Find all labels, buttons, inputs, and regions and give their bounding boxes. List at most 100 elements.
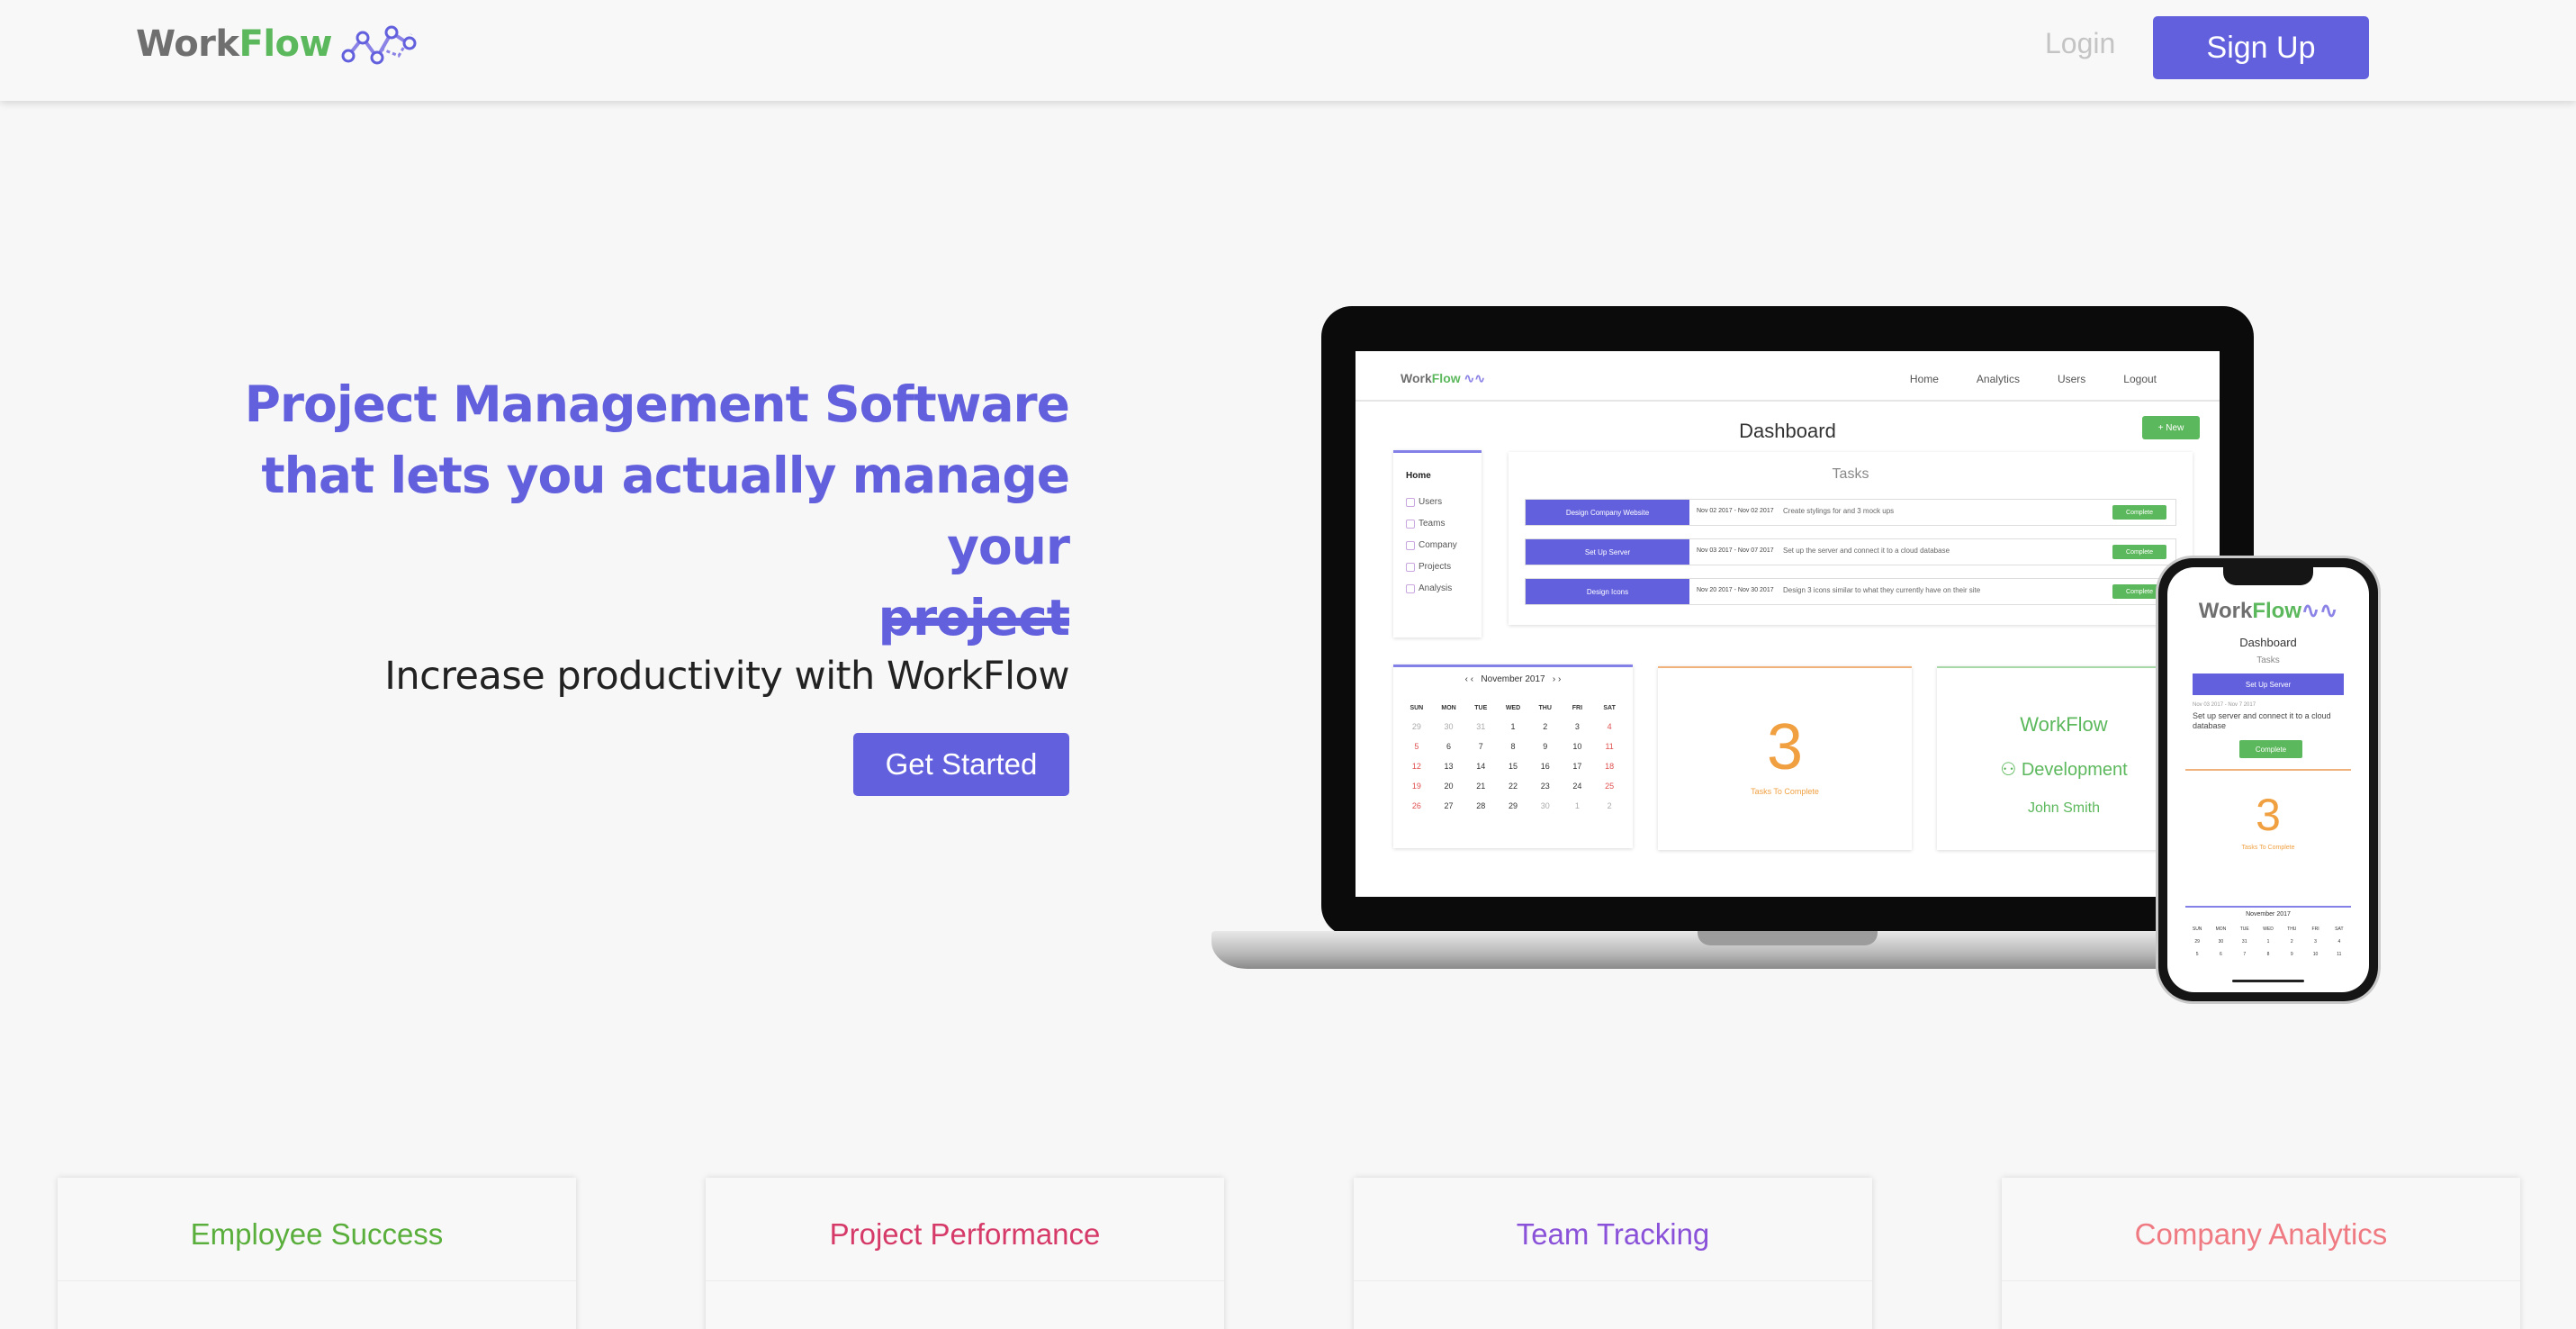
calendar-day: 7 [1478,742,1483,751]
calendar-day: 12 [1411,762,1421,771]
calendar-day-header: MON [2215,927,2227,932]
feature-divider [706,1280,1224,1281]
screen-team-name: ⚇ Development [2000,760,2128,780]
calendar-day-header: SUN [2192,927,2202,932]
feature-title: Employee Success [190,1217,444,1251]
screen-sidebar-item: Teams [1406,519,1482,529]
screen-task-desc: Set up the server and connect it to a cl… [1783,547,1950,555]
phone-tasks-heading: Tasks [2256,655,2280,665]
screen-calendar: ‹ ‹ November 2017 › › SUN MON TUE WED THU FRI… [1393,664,1633,848]
brand-logo[interactable]: WorkFlow [136,23,419,65]
screen-team-user: John Smith [2027,800,2101,816]
calendar-day: 10 [2312,952,2319,957]
hero-divider [889,618,1069,626]
calendar-day-header: TUE [2239,927,2249,932]
calendar-day: 1 [1510,722,1516,731]
screen-task-desc: Design 3 icons similar to what they curr… [1783,586,1981,594]
screen-calendar-grid: SUN MON TUE WED THU FRI SAT 29 30 31 1 2 3 4 5 6 7 8 9 10 11… [1401,705,1626,810]
calendar-day: 22 [1508,782,1518,791]
screen-nav-analytics: Analytics [1976,373,2020,385]
calendar-day: 30 [2218,939,2224,945]
screen-sidebar: Home Users Teams Company Projects Analys… [1393,450,1482,637]
calendar-day: 2 [1607,801,1612,810]
phone-mockup: WorkFlow∿∿ Dashboard Tasks Set Up Server… [2158,558,2378,1001]
phone-logo: WorkFlow∿∿ [2198,599,2338,623]
feature-divider [2002,1280,2520,1281]
calendar-day: 3 [1574,722,1580,731]
calendar-day: 2 [1543,722,1548,731]
calendar-day-header: TUE [1474,705,1488,711]
calendar-day-header: THU [2287,927,2297,932]
screen-tasks-heading: Tasks [1832,466,1869,482]
calendar-day: 26 [1411,801,1421,810]
calendar-day: 15 [1508,762,1518,771]
calendar-day: 27 [1444,801,1454,810]
feature-divider [1354,1280,1872,1281]
calendar-day-header: FRI [2311,927,2319,932]
calendar-day: 9 [2290,952,2293,957]
team-icon: ⚇ [2000,760,2022,780]
calendar-day: 21 [1476,782,1486,791]
phone-complete-button: Complete [2239,740,2302,758]
feature-divider [58,1280,576,1281]
calendar-day: 30 [1540,801,1550,810]
calendar-day: 5 [2195,952,2199,957]
screen-task-name: Design Company Website [1526,500,1689,525]
screen-sidebar-item: Company [1406,540,1482,550]
calendar-day: 8 [2266,952,2270,957]
signup-button[interactable]: Sign Up [2153,16,2369,79]
screen-new-button: + New [2142,416,2200,439]
screen-tasks-count-label: Tasks To Complete [1751,787,1819,796]
calendar-day: 5 [1414,742,1419,751]
calendar-day: 8 [1510,742,1516,751]
screen-sidebar-item: Projects [1406,562,1482,572]
hero-title-line: Project Management Software [244,375,1070,433]
workflow-line-icon [341,25,417,65]
screen-team-company: WorkFlow [2020,713,2108,736]
calendar-day: 14 [1476,762,1486,771]
screen-nav-home: Home [1909,373,1939,385]
phone-task-dates: Nov 03 2017 - Nov 7 2017 [2193,702,2256,708]
screen-tasks-count: 3 [1766,711,1804,783]
calendar-day: 10 [1572,742,1582,751]
screen-task-row: Set Up Server Nov 03 2017 - Nov 07 2017 … [1525,538,2176,565]
calendar-day: 31 [2241,939,2247,945]
feature-title: Project Performance [829,1217,1101,1251]
calendar-day-header: SUN [1410,705,1424,711]
screen-task-dates: Nov 03 2017 - Nov 07 2017 [1697,547,1774,554]
calendar-day: 28 [1476,801,1486,810]
top-navbar: WorkFlow Login Sign Up [0,0,2576,101]
calendar-day: 11 [2337,952,2342,957]
feature-title: Team Tracking [1516,1217,1710,1251]
screen-task-name: Design Icons [1526,579,1689,604]
calendar-day-header: FRI [1572,705,1583,711]
calendar-day: 25 [1605,782,1615,791]
calendar-day: 9 [1543,742,1548,751]
calendar-day: 1 [1574,801,1580,810]
screen-sidebar-home: Home [1406,471,1431,481]
calendar-day: 1 [2266,939,2270,945]
laptop-screen: WorkFlow ∿∿ Home Analytics Users Logout … [1356,351,2220,897]
calendar-day: 20 [1444,782,1454,791]
calendar-day: 2 [2290,939,2293,945]
calendar-day: 23 [1540,782,1550,791]
calendar-day: 19 [1411,782,1421,791]
phone-calendar-grid: SUN MON TUE WED THU FRI SAT 29 30 31 1 2 3 4 5 6 7 8 9 10 11 [2185,927,2351,957]
laptop-mockup: WorkFlow ∿∿ Home Analytics Users Logout … [1211,306,2256,990]
calendar-day: 31 [1476,722,1486,731]
feature-card-project-performance: Project Performance [706,1178,1224,1329]
calendar-day: 4 [1607,722,1612,731]
calendar-day: 16 [1540,762,1550,771]
screen-sidebar-item: Users [1406,497,1482,507]
screen-dashboard-title: Dashboard [1739,420,1836,442]
phone-task-button: Set Up Server [2193,674,2344,695]
feature-card-company-analytics: Company Analytics [2002,1178,2520,1329]
screen-sidebar-item: Analysis [1406,583,1482,593]
screen-nav-links: Home Analytics Users Logout [1910,373,2157,385]
phone-calendar: November 2017 SUN MON TUE WED THU FRI SAT 29 30 3… [2185,906,2351,978]
get-started-button[interactable]: Get Started [853,733,1069,796]
phone-dashboard-title: Dashboard [2239,636,2297,649]
login-link[interactable]: Login [2045,27,2115,60]
calendar-day: 3 [2314,939,2317,945]
laptop-base-notch [1698,931,1878,945]
